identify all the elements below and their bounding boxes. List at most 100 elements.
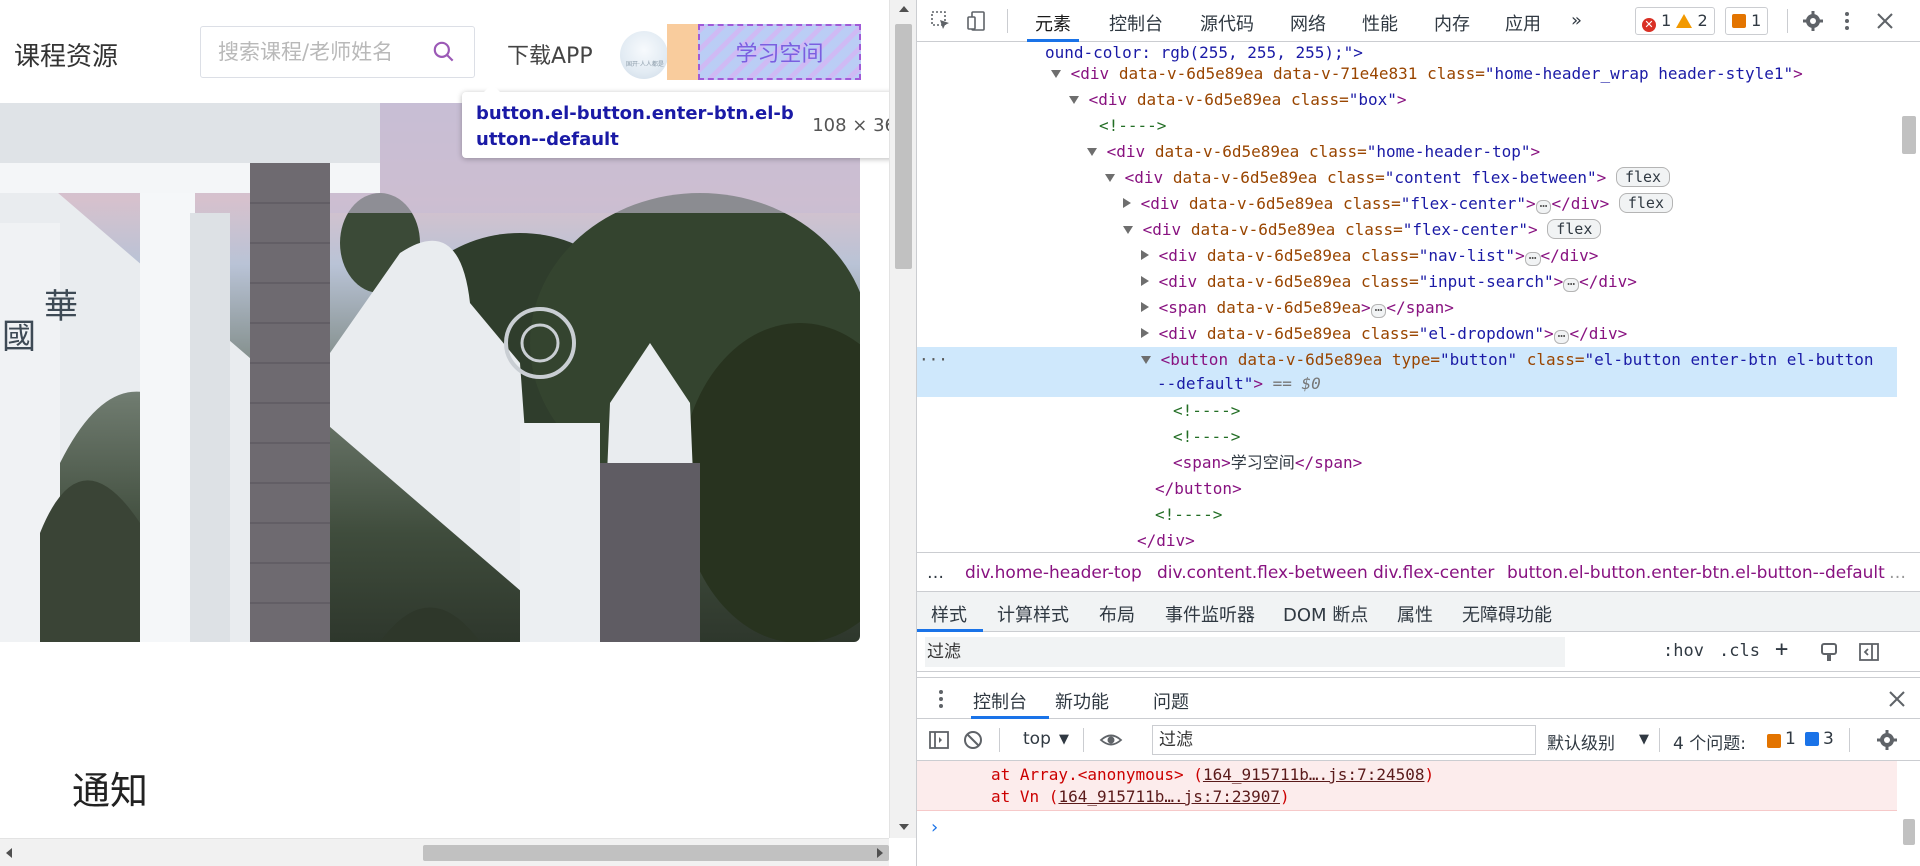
console-settings-gear-icon[interactable]	[1875, 728, 1899, 752]
selected-dom-node[interactable]: ··· <button data-v-6d5e89ea type="button…	[917, 347, 1897, 397]
node-actions-icon[interactable]: ···	[919, 347, 948, 373]
dom-line[interactable]: <!---->	[917, 398, 1897, 424]
chevron-down-icon[interactable]: ▼	[1059, 732, 1069, 747]
flex-badge[interactable]: flex	[1615, 167, 1671, 187]
error-warning-badge[interactable]: ✕ 1 2	[1635, 7, 1715, 35]
toggle-sidebar-icon[interactable]	[1857, 640, 1881, 664]
tab-application[interactable]: 应用	[1505, 10, 1541, 36]
breadcrumb-item[interactable]: div.content.flex-between	[1157, 563, 1368, 583]
dom-line[interactable]: </div>	[917, 528, 1897, 552]
drawer-menu-icon[interactable]	[929, 687, 953, 711]
elements-scrollbar[interactable]	[1897, 42, 1920, 552]
dom-line[interactable]: <div data-v-6d5e89ea class="home-header-…	[917, 139, 1897, 165]
search-input[interactable]	[218, 39, 418, 65]
drawer-tab-issues[interactable]: 问题	[1153, 688, 1189, 714]
enter-learning-space-button[interactable]: 学习空间	[698, 24, 861, 80]
tab-layout[interactable]: 布局	[1099, 601, 1135, 627]
more-options-icon[interactable]	[1835, 9, 1859, 33]
drawer-tab-console[interactable]: 控制台	[973, 688, 1027, 714]
console-prompt[interactable]: ›	[929, 817, 940, 838]
elements-scroll-thumb[interactable]	[1902, 116, 1916, 154]
tab-memory[interactable]: 内存	[1434, 10, 1470, 36]
breadcrumb-item[interactable]: div.flex-center	[1373, 563, 1494, 583]
stack-source-link[interactable]: 164_915711b….js:7:23907	[1058, 787, 1280, 806]
collapse-triangle-icon[interactable]	[1141, 328, 1149, 338]
clear-console-icon[interactable]	[961, 728, 985, 752]
chevron-down-icon[interactable]: ▼	[1639, 732, 1649, 747]
expand-triangle-icon[interactable]	[1069, 96, 1079, 104]
device-toolbar-icon[interactable]	[965, 9, 989, 33]
tab-network[interactable]: 网络	[1290, 10, 1326, 36]
tab-styles[interactable]: 样式	[931, 601, 967, 627]
cls-toggle[interactable]: .cls	[1719, 641, 1760, 661]
expand-triangle-icon[interactable]	[1051, 70, 1061, 78]
tab-event-listeners[interactable]: 事件监听器	[1165, 601, 1255, 627]
ellipsis-icon[interactable]: …	[1370, 301, 1387, 318]
dom-line[interactable]: <!---->	[917, 502, 1897, 528]
dom-line[interactable]: <!---->	[917, 113, 1897, 139]
tab-accessibility[interactable]: 无障碍功能	[1462, 601, 1552, 627]
collapse-triangle-icon[interactable]	[1141, 250, 1149, 260]
tab-computed[interactable]: 计算样式	[997, 601, 1069, 627]
ellipsis-icon[interactable]: …	[1563, 275, 1580, 292]
tab-console[interactable]: 控制台	[1109, 10, 1163, 36]
dom-line[interactable]: <span data-v-6d5e89ea>… </span>	[917, 295, 1897, 321]
download-app-link[interactable]: 下载APP	[507, 38, 593, 70]
drawer-tab-whats-new[interactable]: 新功能	[1055, 688, 1109, 714]
context-selector[interactable]: top	[1023, 729, 1051, 749]
page-vertical-scrollbar[interactable]	[889, 0, 916, 838]
tab-properties[interactable]: 属性	[1397, 601, 1433, 627]
collapse-triangle-icon[interactable]	[1123, 198, 1131, 208]
breadcrumb-item[interactable]: div.home-header-top	[965, 563, 1142, 583]
scroll-up-arrow-icon[interactable]	[899, 6, 909, 12]
avatar[interactable]: 国开·人人都是	[620, 31, 668, 79]
color-format-icon[interactable]	[1817, 640, 1841, 664]
scroll-down-arrow-icon[interactable]	[899, 824, 909, 830]
console-filter-input[interactable]	[1152, 725, 1536, 755]
stack-source-link[interactable]: 164_915711b….js:7:24508	[1203, 765, 1425, 784]
dom-line[interactable]: <span>学习空间</span>	[917, 450, 1897, 476]
search-box[interactable]	[200, 26, 475, 78]
dom-line[interactable]: <div data-v-6d5e89ea class="content flex…	[917, 165, 1897, 191]
more-tabs-icon[interactable]: »	[1571, 10, 1582, 31]
collapse-triangle-icon[interactable]	[1141, 276, 1149, 286]
inspect-element-icon[interactable]	[929, 9, 953, 33]
dom-line[interactable]: <div data-v-6d5e89ea class="el-dropdown"…	[917, 321, 1897, 347]
log-level-dropdown[interactable]: 默认级别	[1547, 729, 1615, 754]
page-horizontal-scrollbar[interactable]	[0, 838, 889, 866]
scroll-left-arrow-icon[interactable]	[6, 848, 12, 858]
expand-triangle-icon[interactable]	[1123, 226, 1133, 234]
dom-line[interactable]: <div data-v-6d5e89ea class="nav-list">… <…	[917, 243, 1897, 269]
vertical-scroll-thumb[interactable]	[895, 24, 912, 269]
search-icon[interactable]	[431, 39, 457, 65]
dom-line[interactable]: </button>	[917, 476, 1897, 502]
issues-badge[interactable]: 1	[1725, 7, 1769, 35]
horizontal-scroll-thumb[interactable]	[423, 845, 889, 861]
ellipsis-icon[interactable]: …	[1524, 249, 1541, 266]
issues-count-label[interactable]: 4 个问题:	[1673, 729, 1746, 754]
ellipsis-icon[interactable]: …	[1553, 327, 1570, 344]
console-sidebar-icon[interactable]	[927, 728, 951, 752]
tab-performance[interactable]: 性能	[1362, 10, 1398, 36]
close-devtools-icon[interactable]	[1873, 9, 1897, 33]
console-scrollbar[interactable]	[1897, 761, 1920, 866]
breadcrumb-overflow-icon[interactable]: …	[1889, 563, 1906, 583]
expand-triangle-icon[interactable]	[1141, 356, 1151, 364]
collapse-triangle-icon[interactable]	[1141, 302, 1149, 312]
console-output[interactable]: at Array.<anonymous> (164_915711b….js:7:…	[917, 761, 1897, 866]
dom-line[interactable]: <div data-v-6d5e89ea class="box">	[917, 87, 1897, 113]
flex-badge[interactable]: flex	[1618, 193, 1673, 213]
dom-line[interactable]: <div data-v-6d5e89ea class="flex-center"…	[917, 217, 1897, 243]
console-scroll-thumb[interactable]	[1903, 819, 1915, 845]
dom-line[interactable]: <!---->	[917, 424, 1897, 450]
close-drawer-icon[interactable]	[1885, 687, 1909, 711]
tab-dom-breakpoints[interactable]: DOM 断点	[1283, 601, 1368, 627]
new-style-rule-icon[interactable]: +	[1775, 637, 1788, 662]
nav-course-resources[interactable]: 课程资源	[14, 36, 118, 73]
dom-line[interactable]: <div data-v-6d5e89ea data-v-71e4e831 cla…	[917, 61, 1897, 87]
tab-sources[interactable]: 源代码	[1200, 10, 1254, 36]
dom-line[interactable]: <div data-v-6d5e89ea class="flex-center"…	[917, 191, 1897, 217]
expand-triangle-icon[interactable]	[1105, 174, 1115, 182]
breadcrumb-overflow-icon[interactable]: …	[927, 563, 944, 583]
dom-line[interactable]: <div data-v-6d5e89ea class="input-search…	[917, 269, 1897, 295]
